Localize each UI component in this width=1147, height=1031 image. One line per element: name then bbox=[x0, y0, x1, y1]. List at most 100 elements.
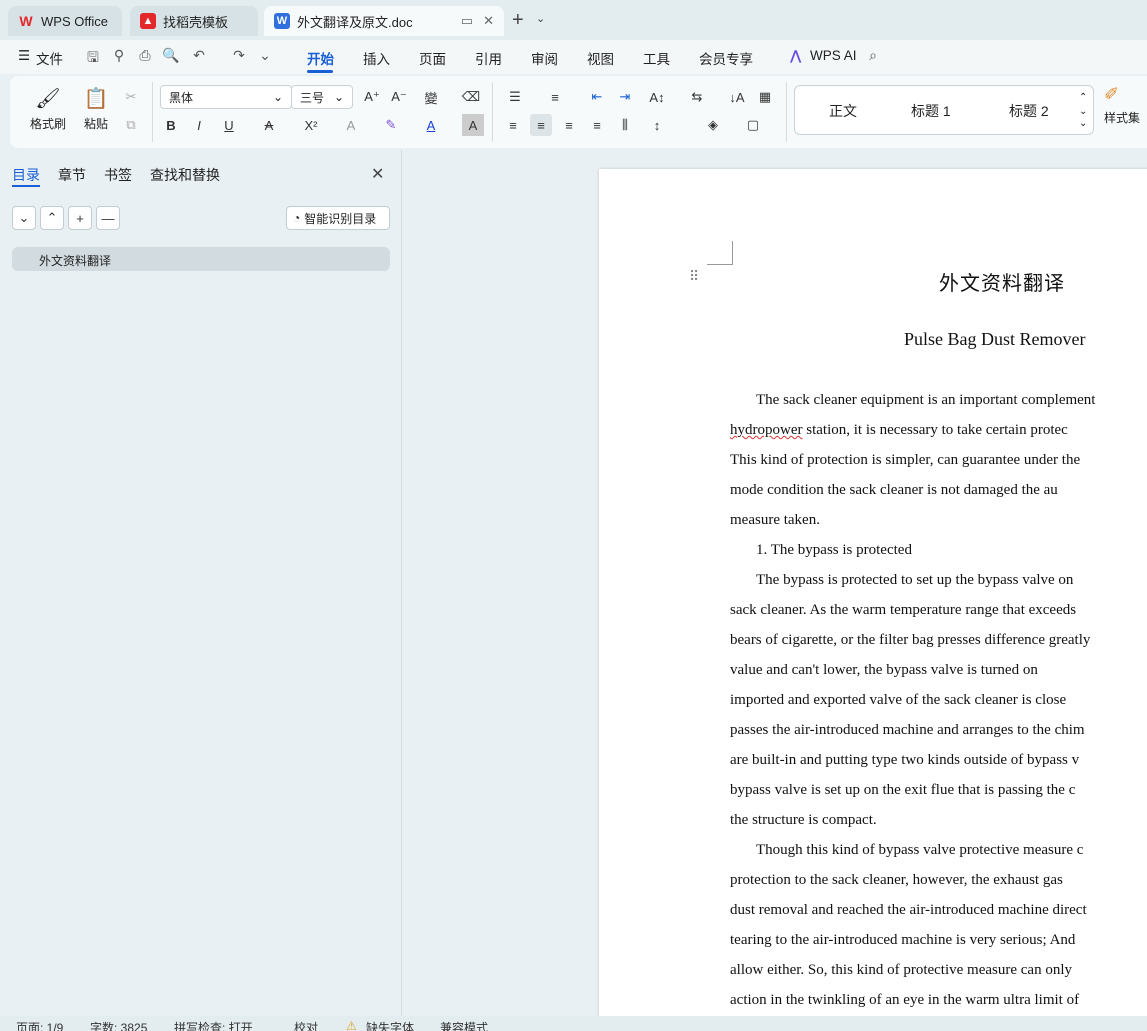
tab-wps-office[interactable]: W WPS Office bbox=[8, 6, 122, 36]
search-icon[interactable]: ⌕ bbox=[864, 47, 882, 65]
print-preview-icon[interactable]: 🔍 bbox=[162, 47, 180, 65]
paste-button[interactable]: 📋 粘贴 bbox=[76, 86, 116, 132]
swap-icon[interactable]: ⇆ bbox=[686, 86, 708, 108]
tab-find-replace[interactable]: 查找和替换 bbox=[150, 165, 220, 185]
hamburger-icon[interactable]: ☰ bbox=[18, 48, 30, 64]
proofread-button[interactable]: 校对 bbox=[294, 1019, 318, 1031]
tab-document[interactable]: W 外文翻译及原文.doc ▭ ✕ bbox=[264, 6, 504, 36]
align-left-icon[interactable]: ≡ bbox=[502, 114, 524, 136]
italic-icon[interactable]: I bbox=[188, 114, 210, 136]
decrease-indent-icon[interactable]: ⇤ bbox=[586, 86, 608, 108]
collapse-up-button[interactable]: ⌃ bbox=[40, 206, 64, 230]
shading-icon[interactable]: ◈ bbox=[702, 114, 724, 136]
text-line: Though this kind of bypass valve protect… bbox=[756, 842, 1084, 858]
font-size-select[interactable]: 三号 ⌄ bbox=[291, 85, 353, 109]
cut-icon[interactable]: ✂ bbox=[120, 86, 142, 108]
bullet-list-icon[interactable]: ☰ bbox=[504, 86, 526, 108]
chevron-down-icon[interactable]: ⌄ bbox=[536, 12, 545, 25]
shrink-font-icon[interactable]: A⁻ bbox=[388, 86, 410, 108]
save-icon[interactable]: 🖫 bbox=[84, 47, 102, 65]
char-shading-icon[interactable]: A bbox=[462, 114, 484, 136]
clear-format-icon[interactable]: ⌫ bbox=[460, 86, 482, 108]
style-normal[interactable]: 正文 bbox=[829, 101, 857, 121]
misspelled-word[interactable]: hydropower bbox=[730, 422, 802, 438]
copy-icon[interactable]: ⧉ bbox=[120, 114, 142, 136]
phonetic-icon[interactable]: 變 bbox=[420, 86, 442, 108]
justify-icon[interactable]: ≡ bbox=[586, 114, 608, 136]
word-count[interactable]: 字数: 3825 bbox=[90, 1019, 147, 1031]
menu-file[interactable]: 文件 bbox=[36, 48, 63, 68]
style-set-button[interactable]: ✐ 样式集 bbox=[1104, 84, 1147, 126]
redo-icon[interactable]: ↷ bbox=[230, 47, 248, 65]
text-direction-icon[interactable]: A↕ bbox=[646, 86, 668, 108]
print-icon[interactable]: ⎙ bbox=[136, 47, 154, 65]
align-right-icon[interactable]: ≡ bbox=[558, 114, 580, 136]
text-line: are built-in and putting type two kinds … bbox=[730, 752, 1080, 768]
border-icon[interactable]: ▢ bbox=[742, 114, 764, 136]
document-page[interactable]: ⠿ 外文资料翻译 Pulse Bag Dust Remover The sack… bbox=[599, 169, 1147, 1016]
style-heading-1[interactable]: 标题 1 bbox=[911, 101, 951, 121]
menu-tools[interactable]: 工具 bbox=[643, 48, 670, 68]
line-spacing-icon[interactable]: ↕ bbox=[646, 114, 668, 136]
expand-icon[interactable]: ⌄ bbox=[1079, 118, 1087, 129]
highlight-icon[interactable]: ✎ bbox=[380, 114, 402, 136]
increase-indent-icon[interactable]: ⇥ bbox=[614, 86, 636, 108]
text-effect-icon[interactable]: A bbox=[340, 114, 362, 136]
remove-toc-button[interactable]: — bbox=[96, 206, 120, 230]
bold-icon[interactable]: B bbox=[160, 114, 182, 136]
menu-page[interactable]: 页面 bbox=[419, 48, 446, 68]
chevron-down-icon[interactable]: ⌄ bbox=[1079, 106, 1087, 117]
menu-wps-ai[interactable]: WPS AI bbox=[810, 48, 857, 63]
key-icon[interactable]: ⚲ bbox=[110, 47, 128, 65]
toc-item[interactable]: 外文资料翻译 bbox=[12, 247, 390, 271]
grow-font-icon[interactable]: A⁺ bbox=[361, 86, 383, 108]
menu-review[interactable]: 审阅 bbox=[531, 48, 558, 68]
undo-icon[interactable]: ↶ bbox=[190, 47, 208, 65]
smart-toc-button[interactable]: ◔ 智能识别目录 bbox=[286, 206, 390, 230]
chevron-down-icon: ⌄ bbox=[333, 90, 344, 104]
close-icon[interactable]: ✕ bbox=[371, 164, 384, 184]
text-line: mode condition the sack cleaner is not d… bbox=[730, 482, 1058, 498]
page-indicator[interactable]: 页面: 1/9 bbox=[16, 1019, 63, 1031]
add-toc-button[interactable]: + bbox=[68, 206, 92, 230]
superscript-icon[interactable]: X² bbox=[300, 114, 322, 136]
collapse-down-button[interactable]: ⌄ bbox=[12, 206, 36, 230]
window-icon[interactable]: ▭ bbox=[461, 13, 473, 29]
chevron-up-icon[interactable]: ⌃ bbox=[1079, 92, 1087, 103]
missing-font-button[interactable]: 缺失字体 bbox=[366, 1019, 414, 1031]
menu-member[interactable]: 会员专享 bbox=[699, 48, 753, 68]
chevron-down-icon: ⌄ bbox=[272, 90, 283, 104]
style-heading-2[interactable]: 标题 2 bbox=[1009, 101, 1049, 121]
underline-icon[interactable]: U bbox=[218, 114, 240, 136]
new-tab-icon[interactable]: + bbox=[512, 9, 524, 32]
font-name-select[interactable]: 黑体 ⌄ bbox=[160, 85, 292, 109]
show-marks-icon[interactable]: ▦ bbox=[754, 86, 776, 108]
spellcheck-status[interactable]: 拼写检查: 打开 bbox=[174, 1019, 253, 1031]
close-tab-icon[interactable]: ✕ bbox=[483, 13, 494, 29]
status-bar: 页面: 1/9 字数: 3825 拼写检查: 打开 校对 ⚠ 缺失字体 兼容模式 bbox=[0, 1016, 1147, 1031]
menu-view[interactable]: 视图 bbox=[587, 48, 614, 68]
minus-icon: — bbox=[101, 210, 115, 226]
font-color-icon[interactable]: A bbox=[420, 114, 442, 136]
text-line: tearing to the air-introduced machine is… bbox=[730, 932, 1076, 948]
distribute-icon[interactable]: ⫼ bbox=[614, 114, 636, 136]
sort-icon[interactable]: ↓A bbox=[726, 86, 748, 108]
menu-insert[interactable]: 插入 bbox=[363, 48, 390, 68]
tab-sections[interactable]: 章节 bbox=[58, 165, 86, 185]
wps-ai-icon[interactable]: ⋀ bbox=[790, 48, 801, 64]
clipboard-icon: 📋 bbox=[83, 88, 109, 110]
menu-home[interactable]: 开始 bbox=[307, 48, 334, 68]
tab-toc[interactable]: 目录 bbox=[12, 165, 40, 185]
more-chevron-icon[interactable]: ⌄ bbox=[256, 47, 274, 65]
text-line: allow either. So, this kind of protectiv… bbox=[730, 962, 1072, 978]
numbered-list-icon[interactable]: ≡ bbox=[544, 86, 566, 108]
tab-bookmarks[interactable]: 书签 bbox=[104, 165, 132, 185]
align-center-icon[interactable]: ≡ bbox=[530, 114, 552, 136]
drag-handle-icon[interactable]: ⠿ bbox=[689, 268, 699, 285]
document-area[interactable]: ⠿ 外文资料翻译 Pulse Bag Dust Remover The sack… bbox=[403, 150, 1147, 1016]
menu-references[interactable]: 引用 bbox=[475, 48, 502, 68]
format-painter-button[interactable]: 🖌 格式刷 bbox=[28, 86, 68, 132]
strikethrough-icon[interactable]: A bbox=[258, 114, 280, 136]
tab-docer[interactable]: ▲ 找稻壳模板 bbox=[130, 6, 258, 36]
docer-icon: ▲ bbox=[140, 13, 156, 29]
